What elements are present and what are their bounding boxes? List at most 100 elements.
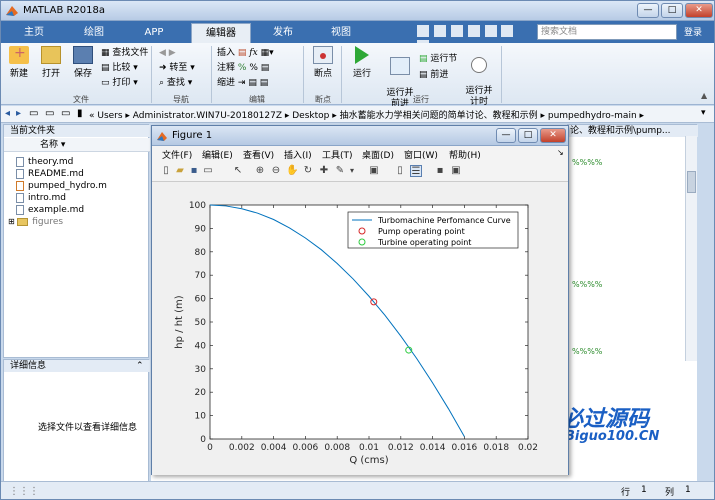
find-button[interactable]: ⌕ 查找 ▾ xyxy=(159,77,192,90)
menu-view[interactable]: 查看(V) xyxy=(243,148,274,161)
decrease-indent-icon[interactable]: ▤ xyxy=(260,78,269,88)
breakpoints-label: 断点 xyxy=(313,69,332,79)
save-button[interactable]: 保存 xyxy=(69,46,97,79)
current-folder-path[interactable]: « Users ▸ Administrator.WIN7U-20180127Z … xyxy=(89,108,644,121)
open-file-icon[interactable]: ▰ xyxy=(174,165,186,177)
app-title: MATLAB R2018a xyxy=(23,5,106,16)
brush-icon[interactable]: ✎ xyxy=(334,165,346,177)
row-value: 1 xyxy=(641,485,647,495)
wrap-comment-icon[interactable]: ▤ xyxy=(261,63,270,73)
menu-file[interactable]: 文件(F) xyxy=(162,148,192,161)
advance-button[interactable]: ▤ 前进 xyxy=(419,69,448,82)
y-axis-label: hp / ht (m) xyxy=(174,295,185,348)
insert-button[interactable]: 插入 ▤ fx ▦▾ xyxy=(217,47,274,60)
menu-edit[interactable]: 编辑(E) xyxy=(202,148,233,161)
browse-folder-icon[interactable]: ▭ xyxy=(29,108,38,119)
menu-insert[interactable]: 插入(I) xyxy=(284,148,312,161)
file-item[interactable]: intro.md xyxy=(16,192,66,204)
pointer-icon[interactable]: ↖ xyxy=(232,165,244,177)
run-button[interactable]: 运行 xyxy=(347,46,377,79)
scroll-thumb[interactable] xyxy=(687,171,696,193)
find-files-icon: ▦ xyxy=(101,48,113,58)
tab-home[interactable]: 主页 xyxy=(15,23,53,43)
colorbar-icon[interactable]: ▯ xyxy=(394,165,406,177)
fx-icon[interactable]: fx xyxy=(249,48,257,58)
link-plot-icon[interactable]: ▣ xyxy=(368,165,380,177)
file-item[interactable]: theory.md xyxy=(16,156,73,168)
menu-window[interactable]: 窗口(W) xyxy=(404,148,438,161)
tab-editor[interactable]: 编辑器 xyxy=(191,23,251,43)
comment-icon: % xyxy=(237,63,247,73)
qa-undo-icon[interactable] xyxy=(484,25,497,37)
forward-icon[interactable]: ▸ xyxy=(16,108,21,119)
new-figure-icon[interactable]: ▯ xyxy=(160,165,172,177)
run-and-time-button[interactable]: 运行并 计时 xyxy=(463,46,495,108)
qa-copy-icon[interactable] xyxy=(450,25,463,37)
print-button[interactable]: ▭ 打印 ▾ xyxy=(101,77,138,90)
goto-button[interactable]: ➜ 转至 ▾ xyxy=(159,62,195,75)
group-run-label: 运行 xyxy=(413,95,429,104)
tab-view[interactable]: 视图 xyxy=(317,23,365,43)
up-folder-icon[interactable]: ▭ xyxy=(45,108,54,119)
matlab-window: MATLAB R2018a — □ ✕ 主页 绘图 APP 编辑器 发布 视图 … xyxy=(0,0,715,500)
folder-item[interactable]: ⊞ figures xyxy=(8,216,63,228)
browse-icon[interactable]: ▭ xyxy=(61,108,70,119)
close-button[interactable]: ✕ xyxy=(685,3,713,18)
collapse-ribbon-icon[interactable]: ▲ xyxy=(701,91,707,100)
menu-tools[interactable]: 工具(T) xyxy=(322,148,353,161)
print-figure-icon[interactable]: ▭ xyxy=(202,165,214,177)
hide-plot-tools-icon[interactable]: ▪ xyxy=(434,165,446,177)
search-input[interactable]: 搜索文档 xyxy=(537,24,677,40)
minimize-button[interactable]: — xyxy=(637,3,659,18)
menu-help[interactable]: 帮助(H) xyxy=(449,148,481,161)
indent-button[interactable]: 缩进 ⇥ ▤ ▤ xyxy=(217,77,268,90)
figure-minimize-button[interactable]: — xyxy=(496,128,516,143)
file-item[interactable]: pumped_hydro.m xyxy=(16,180,107,192)
brush-dropdown-icon[interactable]: ▾ xyxy=(346,165,358,177)
fx-dropdown-icon[interactable]: ▦▾ xyxy=(261,48,274,58)
breakpoints-button[interactable]: 断点 xyxy=(309,46,337,79)
zoom-in-icon[interactable]: ⊕ xyxy=(254,165,266,177)
uncomment-icon[interactable]: % xyxy=(249,63,258,73)
run-section-button[interactable]: ▤ 运行节 xyxy=(419,53,457,66)
maximize-button[interactable]: □ xyxy=(661,3,683,18)
zoom-out-icon[interactable]: ⊖ xyxy=(270,165,282,177)
file-item[interactable]: README.md xyxy=(16,168,84,180)
figure-maximize-button[interactable]: □ xyxy=(518,128,538,143)
comment-button[interactable]: 注释 % % ▤ xyxy=(217,62,269,75)
rotate-icon[interactable]: ↻ xyxy=(302,165,314,177)
back-icon[interactable]: ◂ xyxy=(5,108,10,119)
details-toggle-icon[interactable]: ⌃ xyxy=(136,361,144,371)
increase-indent-icon[interactable]: ▤ xyxy=(248,78,257,88)
data-cursor-icon[interactable]: ✚ xyxy=(318,165,330,177)
x-tick-label: 0.018 xyxy=(483,443,509,453)
save-figure-icon[interactable]: ▪ xyxy=(188,165,200,177)
run-section-label: 运行节 xyxy=(430,54,458,64)
show-plot-tools-icon[interactable]: ▣ xyxy=(450,165,462,177)
qa-paste-icon[interactable] xyxy=(467,25,480,37)
dock-icon[interactable]: ↘ xyxy=(557,148,564,157)
name-column-header[interactable]: 名称 ▾ xyxy=(4,138,150,152)
qa-redo-icon[interactable] xyxy=(501,25,514,37)
chart-svg[interactable]: 0 0.002 0.004 0.006 0.008 0.01 0.012 0.014 0.016… xyxy=(152,183,568,475)
find-files-button[interactable]: ▦ 查找文件 xyxy=(101,47,148,60)
open-button[interactable]: 打开 xyxy=(37,46,65,79)
tab-publish[interactable]: 发布 xyxy=(259,23,307,43)
tab-plots[interactable]: 绘图 xyxy=(75,23,113,43)
compare-button[interactable]: ▤ 比较 ▾ xyxy=(101,62,138,75)
file-item[interactable]: example.md xyxy=(16,204,84,216)
tab-apps[interactable]: APP xyxy=(135,23,173,43)
run-label: 运行 xyxy=(352,69,371,79)
expand-icon[interactable]: ⊞ xyxy=(8,217,17,226)
qa-save-icon[interactable] xyxy=(417,25,429,37)
search-icon[interactable]: ⌕ xyxy=(665,26,671,37)
new-button[interactable]: + 新建 xyxy=(5,45,33,79)
legend-icon[interactable]: ☰ xyxy=(410,165,422,177)
menu-desktop[interactable]: 桌面(D) xyxy=(362,148,394,161)
qa-cut-icon[interactable] xyxy=(433,25,446,37)
login-link[interactable]: 登录 xyxy=(684,25,702,38)
figure-close-button[interactable]: ✕ xyxy=(540,128,566,143)
address-dropdown-icon[interactable]: ▾ xyxy=(701,108,706,118)
indent-label: 缩进 xyxy=(217,78,236,88)
pan-icon[interactable]: ✋ xyxy=(286,165,298,177)
